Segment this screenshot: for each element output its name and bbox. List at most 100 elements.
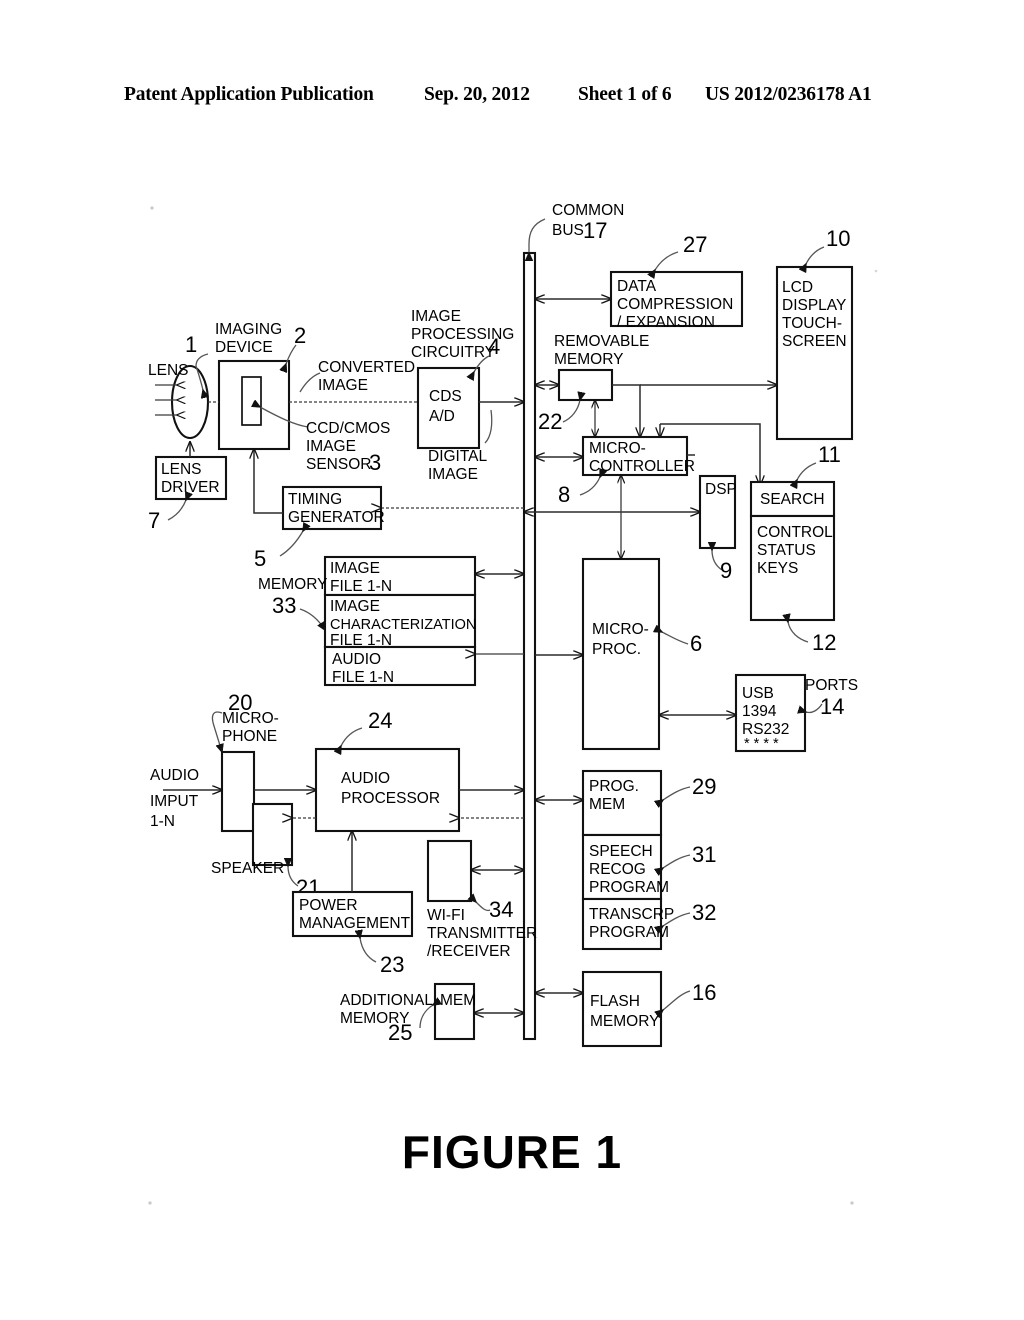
removable-memory-block [557,368,614,402]
wifi-label-line1: WI-FI [427,907,465,924]
ref-22: 22 [538,409,562,434]
search-label: SEARCH [760,491,825,508]
ref-5: 5 [254,546,266,571]
ccd-label-line2: IMAGE [306,438,356,455]
microphone-label-line2: PHONE [222,728,277,745]
wifi-label-line2: TRANSMITTER [427,925,537,942]
ad-label: A/D [429,408,455,425]
dsp-label: DSP [705,481,737,498]
lcd-label-line4: SCREEN [782,333,847,350]
lcd-label-line3: TOUCH- [782,315,842,332]
micro-proc-label-line2: PROC. [592,641,641,658]
image-file-label-line1: IMAGE [330,560,380,577]
audio-input-label-line1: AUDIO [150,767,199,784]
transcrp-label-line2: PROGRAM [589,924,669,941]
p1394-label: 1394 [742,703,777,720]
speech-label-line1: SPEECH [589,843,653,860]
ccd-label-line1: CCD/CMOS [306,420,390,437]
lens-driver-label-line2: DRIVER [161,479,220,496]
audio-file-label-line2: FILE 1-N [332,669,394,686]
additional-memory-label-line1: ADDITIONAL [340,992,433,1009]
removable-memory-label-line2: MEMORY [554,351,623,368]
ref-16: 16 [692,980,716,1005]
ref-3: 3 [369,450,381,475]
ref-7: 7 [148,508,160,533]
converted-image-label-line1: CONVERTED [318,359,415,376]
audio-processor-label-line2: PROCESSOR [341,790,440,807]
ref-9: 9 [720,558,732,583]
power-label-line2: MANAGEMENT [299,915,411,932]
data-compression-label-line3: / EXPANSION [617,314,715,331]
image-char-label-line2: CHARACTERIZATION [330,617,476,633]
ref-11: 11 [818,442,841,467]
ref-29: 29 [692,774,716,799]
ref-25: 25 [388,1020,412,1045]
micro-controller-label-line2: CONTROLLER [589,458,695,475]
prog-mem-label-line1: PROG. [589,778,639,795]
ref-14: 14 [820,694,844,719]
ref-20: 20 [228,690,252,715]
ref-6: 6 [690,631,702,656]
image-sensor-block [241,376,262,426]
removable-memory-label-line1: REMOVABLE [554,333,649,350]
lens-label: LENS [148,362,189,379]
speech-label-line2: RECOG [589,861,646,878]
image-file-label-line2: FILE 1-N [330,578,392,595]
mem-label: MEM [440,992,476,1009]
digital-image-label-line1: DIGITAL [428,448,488,465]
lcd-label-line2: DISPLAY [782,297,846,314]
ref-1: 1 [185,332,197,357]
prog-mem-label-line2: MEM [589,796,625,813]
common-bus-label-line1: COMMON [552,202,624,219]
memory-label: MEMORY [258,576,327,593]
speech-label-line3: PROGRAM [589,879,669,896]
ccd-label-line3: SENSOR [306,456,371,473]
speaker-block [251,802,294,867]
control-keys-label-line3: KEYS [757,560,798,577]
usb-label: USB [742,685,774,702]
lcd-label-line1: LCD [782,279,813,296]
patent-figure-1: .bx { fill:#ffffff; stroke:#111; stroke-… [0,0,1024,1320]
control-keys-label-line1: CONTROL [757,524,833,541]
image-char-label-line1: IMAGE [330,598,380,615]
micro-controller-label-line1: MICRO- [589,440,646,457]
imaging-device-label-line2: DEVICE [215,339,273,356]
transcrp-label-line1: TRANSCRP [589,906,674,923]
ref-4: 4 [488,334,500,359]
converted-image-label-line2: IMAGE [318,377,368,394]
speaker-label: SPEAKER [211,860,284,877]
common-bus-label-line2: BUS [552,222,584,239]
digital-image-label-line2: IMAGE [428,466,478,483]
figure-diagram-svg: .bx { fill:#ffffff; stroke:#111; stroke-… [148,202,878,1205]
ports-stars: * * * * [744,736,779,752]
ref-17: 17 [583,218,607,243]
wifi-label-line3: /RECEIVER [427,943,511,960]
common-bus-bar [522,251,537,1041]
power-label-line1: POWER [299,897,358,914]
audio-input-label-line2: IMPUT [150,793,199,810]
control-keys-label-line2: STATUS [757,542,816,559]
audio-input-label-line3: 1-N [150,813,175,830]
ref-34: 34 [489,897,513,922]
audio-processor-label-line1: AUDIO [341,770,390,787]
image-processing-label-line3: CIRCUITRY [411,344,495,361]
ref-31: 31 [692,842,716,867]
imaging-device-label-line1: IMAGING [215,321,282,338]
audio-file-label-line1: AUDIO [332,651,381,668]
image-char-label-line3: FILE 1-N [330,632,392,649]
cds-label: CDS [429,388,462,405]
ref-8: 8 [558,482,570,507]
ref-10: 10 [826,226,850,251]
flash-label-line1: FLASH [590,993,640,1010]
ref-2: 2 [294,323,306,348]
micro-proc-label-line1: MICRO- [592,621,649,638]
timing-generator-label-line2: GENERATOR [288,509,385,526]
wifi-block [426,839,473,903]
ref-27: 27 [683,232,707,257]
ref-23: 23 [380,952,404,977]
timing-generator-label-line1: TIMING [288,491,342,508]
ports-label: PORTS [805,677,858,694]
ref-24: 24 [368,708,392,733]
data-compression-label-line2: COMPRESSION [617,296,733,313]
microphone-block [220,750,256,833]
